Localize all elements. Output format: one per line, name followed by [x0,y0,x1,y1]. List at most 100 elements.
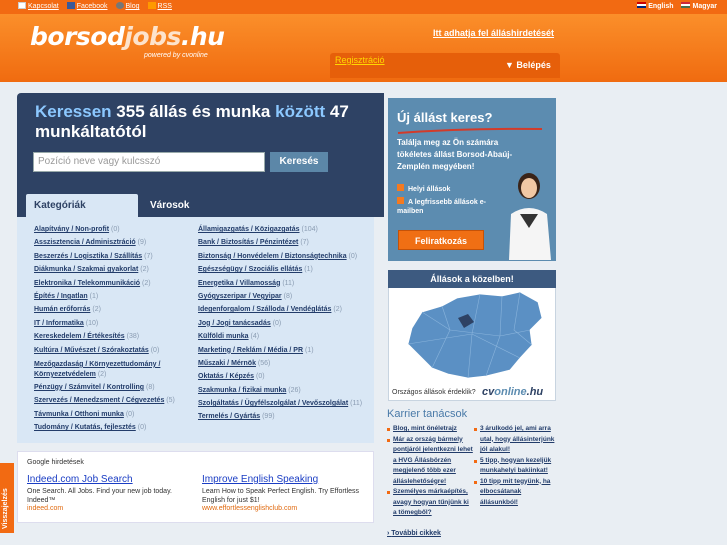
category-item[interactable]: Kultúra / Művészet / Szórakoztatás (0) [34,347,194,360]
category-name[interactable]: Tudomány / Kutatás, fejlesztés [34,424,136,431]
category-name[interactable]: Oktatás / Képzés [198,373,254,380]
cvonline-logo[interactable]: cvonline.hu [482,386,543,398]
site-logo[interactable]: borsodjobs.hu [30,22,225,51]
lang-english[interactable]: English [637,2,673,10]
category-name[interactable]: Asszisztencia / Adminisztráció [34,239,136,246]
category-item[interactable]: Alapítvány / Non-profit (0) [34,226,194,239]
category-count: (2) [333,306,342,314]
ad-title[interactable]: Indeed.com Job Search [27,474,187,485]
category-item[interactable]: Külföldi munka (4) [198,333,362,346]
category-item[interactable]: Műszaki / Mérnök (56) [198,360,362,373]
category-item[interactable]: Marketing / Reklám / Média / PR (1) [198,347,362,360]
ad-item[interactable]: Indeed.com Job Search One Search. All Jo… [27,474,187,512]
category-item[interactable]: Energetika / Villamosság (11) [198,280,362,293]
top-link-contact[interactable]: Kapcsolat [18,2,59,10]
category-item[interactable]: Építés / Ingatlan (1) [34,293,194,306]
category-name[interactable]: Biztonság / Honvédelem / Biztonságtechni… [198,253,347,260]
hungary-map[interactable] [402,290,550,382]
category-name[interactable]: Diákmunka / Szakmai gyakorlat [34,266,138,273]
category-count: (9) [137,239,147,247]
category-name[interactable]: Alapítvány / Non-profit [34,226,109,233]
subscribe-button[interactable]: Feliratkozás [398,230,484,250]
login-link[interactable]: ▼ Belépés [505,60,551,70]
category-name[interactable]: Jog / Jogi tanácsadás [198,320,271,327]
category-item[interactable]: Államigazgatás / Közigazgatás (104) [198,226,362,239]
category-name[interactable]: Idegenforgalom / Szálloda / Vendéglátás [198,306,331,313]
category-item[interactable]: Biztonság / Honvédelem / Biztonságtechni… [198,253,362,266]
category-item[interactable]: Mezőgazdaság / Környezettudomány / Körny… [34,360,194,384]
logo-part-b: jobs [124,22,181,51]
category-name[interactable]: Műszaki / Mérnök [198,360,256,367]
post-job-link[interactable]: Itt adhatja fel álláshirdetését [433,28,554,38]
category-item[interactable]: Elektronika / Telekommunikáció (2) [34,280,194,293]
hu-flag-icon [681,2,691,8]
search-input[interactable]: Pozíció neve vagy kulcsszó [33,152,265,172]
top-link-facebook[interactable]: Facebook [66,2,108,10]
category-item[interactable]: Humán erőforrás (2) [34,306,194,319]
lang-magyar[interactable]: Magyar [681,2,717,10]
category-count: (38) [126,333,140,341]
category-item[interactable]: Beszerzés / Logisztika / Szállítás (7) [34,253,194,266]
category-name[interactable]: Humán erőforrás [34,306,90,313]
category-item[interactable]: Termelés / Gyártás (99) [198,413,362,426]
category-item[interactable]: Szolgáltatás / Ügyfélszolgálat / Vevőszo… [198,400,362,413]
advice-item[interactable]: 3 árulkodó jel, ami arra utal, hogy állá… [474,424,560,456]
category-item[interactable]: Diákmunka / Szakmai gyakorlat (2) [34,266,194,279]
search-button[interactable]: Keresés [270,152,328,172]
category-item[interactable]: Szervezés / Menedzsment / Cégvezetés (5) [34,397,194,410]
category-name[interactable]: Szolgáltatás / Ügyfélszolgálat / Vevőszo… [198,400,348,407]
category-item[interactable]: Bank / Biztosítás / Pénzintézet (7) [198,239,362,252]
advice-item[interactable]: Személyes márkaépítés, avagy hogyan tűnj… [387,487,473,519]
category-count: (0) [137,424,147,432]
category-item[interactable]: Kereskedelem / Értékesítés (38) [34,333,194,346]
category-name[interactable]: Energetika / Villamosság [198,280,280,287]
category-item[interactable]: IT / Informatika (10) [34,320,194,333]
advice-item[interactable]: Blog, mint önéletrajz [387,424,473,435]
category-name[interactable]: Pénzügy / Számvitel / Kontrolling [34,384,144,391]
ad-item[interactable]: Improve English Speaking Learn How to Sp… [202,474,362,512]
ad-url[interactable]: indeed.com [27,505,187,512]
category-item[interactable]: Idegenforgalom / Szálloda / Vendéglátás … [198,306,362,319]
more-articles-link[interactable]: › További cikkek [387,530,441,537]
top-link-blog[interactable]: Blog [115,2,140,10]
category-item[interactable]: Szakmunka / fizikai munka (26) [198,387,362,400]
category-name[interactable]: IT / Informatika [34,320,84,327]
feedback-tab[interactable]: Visszajelzés [0,463,14,533]
category-count: (8) [146,383,155,391]
category-name[interactable]: Szervezés / Menedzsment / Cégvezetés [34,397,164,404]
tab-categories[interactable]: Kategóriák [26,194,138,217]
category-name[interactable]: Marketing / Reklám / Média / PR [198,347,303,354]
category-name[interactable]: Államigazgatás / Közigazgatás [198,226,300,233]
ad-url[interactable]: www.effortlessenglishclub.com [202,505,362,512]
category-item[interactable]: Tudomány / Kutatás, fejlesztés (0) [34,424,194,437]
category-name[interactable]: Egészségügy / Szociális ellátás [198,266,302,273]
category-name[interactable]: Gyógyszeripar / Vegyipar [198,293,282,300]
category-item[interactable]: Asszisztencia / Adminisztráció (9) [34,239,194,252]
category-item[interactable]: Oktatás / Képzés (0) [198,373,362,386]
category-item[interactable]: Egészségügy / Szociális ellátás (1) [198,266,362,279]
category-name[interactable]: Szakmunka / fizikai munka [198,387,286,394]
category-name[interactable]: Kereskedelem / Értékesítés [34,333,125,340]
category-item[interactable]: Pénzügy / Számvitel / Kontrolling (8) [34,384,194,397]
advice-item[interactable]: 5 tipp, hogyan kezeljük munkahelyi bakii… [474,456,560,477]
category-name[interactable]: Elektronika / Telekommunikáció [34,280,140,287]
category-name[interactable]: Kultúra / Művészet / Szórakoztatás [34,347,149,354]
mail-icon [18,2,26,9]
category-name[interactable]: Építés / Ingatlan [34,293,88,300]
category-name[interactable]: Bank / Biztosítás / Pénzintézet [198,239,298,246]
advice-item[interactable]: Már az ország bármely pontjáról jelentke… [387,435,473,488]
category-item[interactable]: Távmunka / Otthoni munka (0) [34,411,194,424]
category-name[interactable]: Termelés / Gyártás [198,413,260,420]
category-count: (4) [250,333,260,341]
register-link[interactable]: Regisztráció [335,55,385,65]
category-name[interactable]: Beszerzés / Logisztika / Szállítás [34,253,142,260]
top-link-rss[interactable]: RSS [147,2,172,10]
category-item[interactable]: Gyógyszeripar / Vegyipar (8) [198,293,362,306]
advice-item[interactable]: 10 tipp mit tegyünk, ha elbocsátanak áll… [474,477,560,509]
ad-title[interactable]: Improve English Speaking [202,474,362,485]
tab-cities[interactable]: Városok [142,194,252,217]
category-name[interactable]: Külföldi munka [198,333,249,340]
category-item[interactable]: Jog / Jogi tanácsadás (0) [198,320,362,333]
promo-title: Új állást keres? [397,110,493,125]
category-name[interactable]: Távmunka / Otthoni munka [34,411,124,418]
